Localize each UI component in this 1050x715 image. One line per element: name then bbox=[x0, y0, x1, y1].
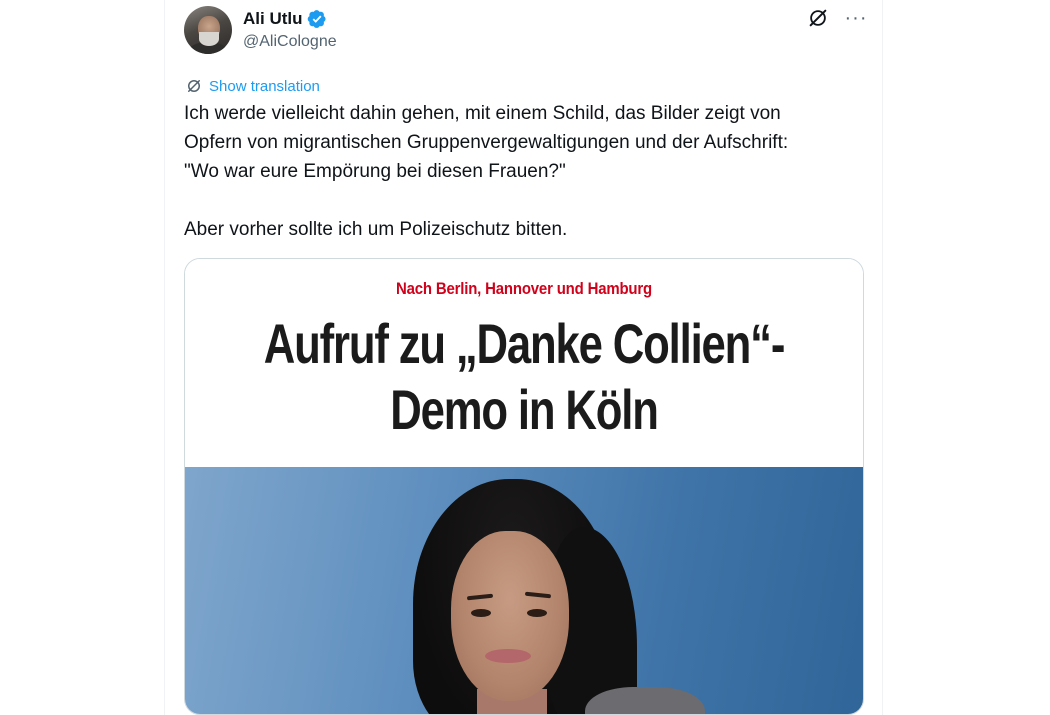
tweet-media-image[interactable]: Nach Berlin, Hannover und Hamburg Aufruf… bbox=[184, 258, 864, 715]
tweet-actions-top: ··· bbox=[806, 6, 868, 30]
media-headline-line1: Aufruf zu „Danke Collien“- bbox=[263, 312, 786, 375]
more-options-icon[interactable]: ··· bbox=[844, 6, 868, 30]
translate-icon bbox=[188, 80, 200, 92]
media-headline-area: Nach Berlin, Hannover und Hamburg Aufruf… bbox=[185, 259, 863, 467]
photo-face bbox=[451, 531, 569, 701]
author-name[interactable]: Ali Utlu bbox=[243, 9, 303, 29]
tweet-text: Ich werde vielleicht dahin gehen, mit ei… bbox=[184, 103, 789, 240]
avatar[interactable] bbox=[184, 6, 232, 54]
photo-left-eye bbox=[471, 609, 491, 617]
media-headline: Aufruf zu „Danke Collien“- Demo in Köln bbox=[260, 311, 789, 443]
photo-lips bbox=[485, 649, 531, 663]
avatar-beard bbox=[199, 32, 219, 46]
show-translation-label[interactable]: Show translation bbox=[209, 78, 320, 95]
media-photo bbox=[185, 467, 863, 714]
photo-left-brow bbox=[466, 593, 494, 601]
photo-right-brow bbox=[524, 591, 552, 599]
page: Ali Utlu @AliCologne ··· Show translatio… bbox=[0, 0, 1050, 715]
media-headline-line2: Demo in Köln bbox=[390, 378, 659, 441]
show-translation-link[interactable]: Show translation bbox=[185, 76, 320, 96]
verified-badge-icon[interactable] bbox=[307, 9, 327, 29]
grok-icon[interactable] bbox=[806, 6, 830, 30]
photo-right-eye bbox=[527, 609, 547, 617]
author-name-row: Ali Utlu bbox=[243, 8, 327, 30]
author-handle[interactable]: @AliCologne bbox=[243, 33, 337, 51]
photo-shoulder bbox=[585, 687, 705, 714]
media-kicker: Nach Berlin, Hannover und Hamburg bbox=[395, 279, 653, 298]
